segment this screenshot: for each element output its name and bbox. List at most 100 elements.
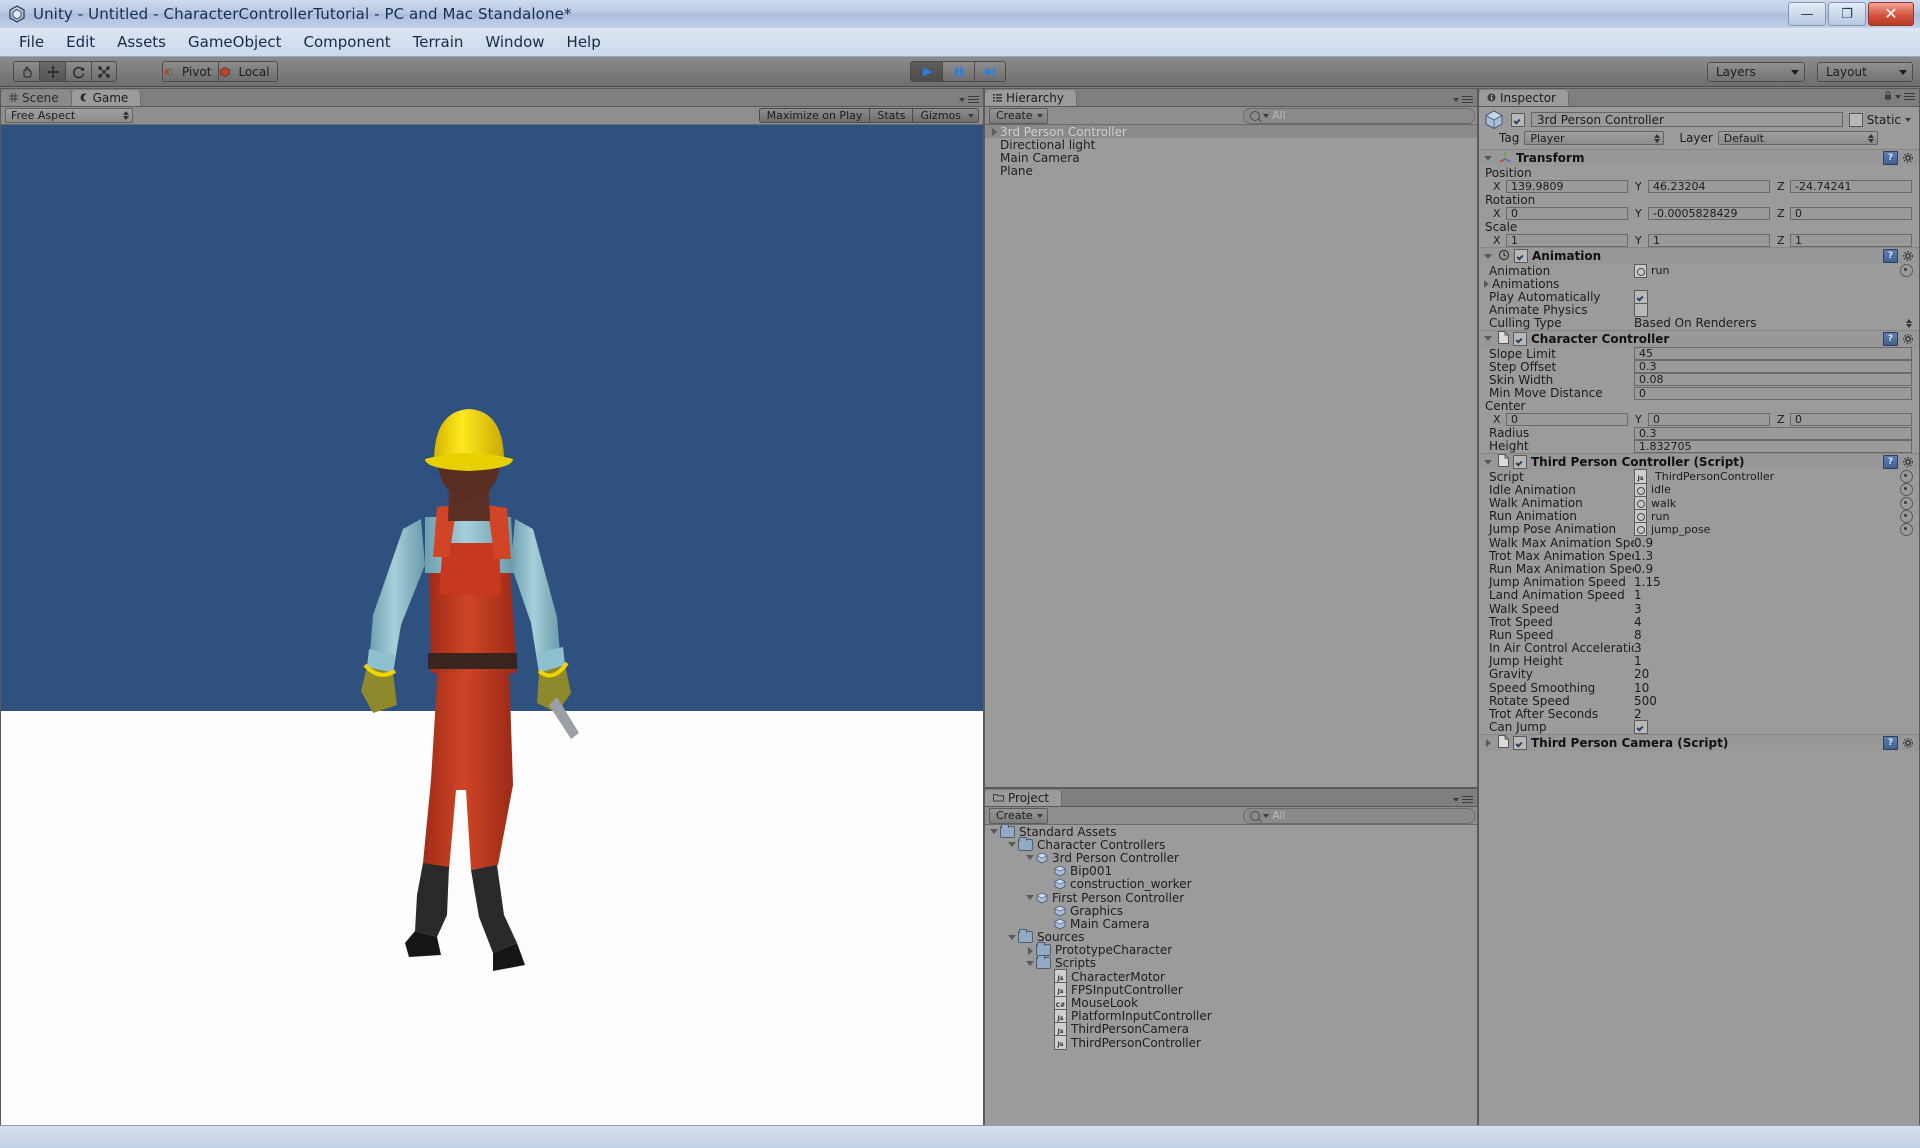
- field-z[interactable]: 1: [1790, 233, 1912, 247]
- help-icon[interactable]: ?: [1883, 151, 1898, 165]
- minimize-button[interactable]: —: [1788, 2, 1826, 26]
- tab-project[interactable]: Project: [985, 790, 1063, 806]
- field-y[interactable]: 1: [1648, 233, 1770, 247]
- maximize-on-play-button[interactable]: Maximize on Play: [758, 108, 870, 123]
- property-field[interactable]: 0.3: [1634, 426, 1912, 440]
- tag-dropdown[interactable]: Player: [1524, 131, 1665, 145]
- project-item[interactable]: Js PlatformInputController: [985, 1008, 1477, 1024]
- object-picker-icon[interactable]: [1900, 496, 1913, 510]
- property-value[interactable]: 3: [1634, 641, 1642, 655]
- project-item[interactable]: C# MouseLook: [985, 995, 1477, 1011]
- hierarchy-item[interactable]: Plane: [985, 164, 1477, 178]
- pivot-button[interactable]: Pivot: [162, 61, 219, 82]
- scale-tool-button[interactable]: [91, 61, 117, 82]
- hierarchy-options-menu[interactable]: [1453, 96, 1473, 104]
- property-value[interactable]: 10: [1634, 681, 1649, 695]
- property-value[interactable]: 8: [1634, 628, 1642, 642]
- component-header[interactable]: Third Person Controller (Script)?: [1479, 454, 1919, 471]
- object-picker-icon[interactable]: [1900, 264, 1913, 278]
- help-icon[interactable]: ?: [1883, 249, 1898, 263]
- property-value[interactable]: 2: [1634, 707, 1642, 721]
- gear-icon[interactable]: [1902, 456, 1914, 468]
- component-enabled-checkbox[interactable]: [1513, 455, 1527, 470]
- gear-icon[interactable]: [1902, 250, 1914, 262]
- object-picker-icon[interactable]: [1900, 470, 1913, 484]
- project-tree[interactable]: Standard Assets Character Controllers 3rd …: [985, 825, 1477, 1123]
- chevron-down-icon[interactable]: [1007, 932, 1018, 943]
- restore-button[interactable]: ❐: [1828, 2, 1866, 26]
- game-view-render[interactable]: [1, 125, 983, 1125]
- project-item[interactable]: First Person Controller: [985, 891, 1477, 905]
- chevron-down-icon[interactable]: [1007, 839, 1018, 850]
- menu-terrain[interactable]: Terrain: [402, 31, 475, 53]
- object-reference-field[interactable]: jump_pose: [1634, 522, 1900, 537]
- gear-icon[interactable]: [1902, 152, 1914, 164]
- project-item[interactable]: Js CharacterMotor: [985, 969, 1477, 985]
- stats-button[interactable]: Stats: [869, 108, 913, 123]
- project-item[interactable]: construction_worker: [985, 877, 1477, 891]
- object-reference-field[interactable]: walk: [1634, 496, 1900, 511]
- tab-hierarchy[interactable]: Hierarchy: [985, 90, 1078, 106]
- chevron-right-icon[interactable]: [1481, 278, 1492, 289]
- hierarchy-tree[interactable]: 3rd Person Controller Directional light Ma…: [985, 125, 1477, 785]
- component-header[interactable]: Character Controller?: [1479, 330, 1919, 347]
- project-item[interactable]: Js ThirdPersonController: [985, 1035, 1477, 1051]
- chevron-down-icon[interactable]: [1483, 251, 1494, 262]
- pause-button[interactable]: [942, 61, 974, 82]
- project-search-input[interactable]: All: [1243, 807, 1475, 824]
- chevron-right-icon[interactable]: [1025, 945, 1036, 956]
- hierarchy-item[interactable]: Main Camera: [985, 151, 1477, 165]
- hierarchy-item[interactable]: Directional light: [985, 138, 1477, 152]
- project-item[interactable]: Bip001: [985, 864, 1477, 878]
- chevron-right-icon[interactable]: [989, 126, 1000, 137]
- property-value[interactable]: 1: [1634, 588, 1642, 602]
- field-z[interactable]: -24.74241: [1790, 179, 1912, 193]
- field-x[interactable]: 0: [1506, 413, 1628, 427]
- property-field[interactable]: 45: [1634, 347, 1912, 361]
- component-header[interactable]: Animation?: [1479, 248, 1919, 264]
- move-tool-button[interactable]: [39, 61, 65, 82]
- property-value[interactable]: 4: [1634, 615, 1642, 629]
- gear-icon[interactable]: [1902, 737, 1914, 749]
- component-enabled-checkbox[interactable]: [1514, 249, 1528, 263]
- property-value[interactable]: 0.9: [1634, 562, 1653, 576]
- property-value[interactable]: 1.15: [1634, 575, 1661, 589]
- property-value[interactable]: 500: [1634, 694, 1657, 708]
- field-y[interactable]: 0: [1648, 413, 1770, 427]
- layer-dropdown[interactable]: Default: [1717, 131, 1878, 145]
- project-item[interactable]: Character Controllers: [985, 836, 1477, 852]
- project-item[interactable]: Main Camera: [985, 917, 1477, 931]
- component-header[interactable]: Third Person Camera (Script)?: [1479, 734, 1919, 751]
- field-y[interactable]: 46.23204: [1648, 179, 1770, 193]
- field-y[interactable]: -0.0005828429: [1648, 206, 1770, 220]
- component-enabled-checkbox[interactable]: [1513, 735, 1527, 750]
- gameview-options-menu[interactable]: [959, 96, 979, 104]
- menu-assets[interactable]: Assets: [106, 31, 177, 53]
- project-item[interactable]: Sources: [985, 929, 1477, 944]
- chevron-down-icon[interactable]: [1025, 852, 1036, 863]
- hierarchy-search-input[interactable]: All: [1243, 107, 1475, 124]
- layout-dropdown[interactable]: Layout: [1817, 62, 1913, 82]
- chevron-down-icon[interactable]: [1025, 958, 1036, 969]
- inspector-options-menu[interactable]: [1884, 89, 1915, 104]
- chevron-down-icon[interactable]: [1483, 153, 1494, 164]
- property-value[interactable]: 20: [1634, 667, 1649, 681]
- play-button[interactable]: [910, 61, 942, 82]
- object-reference-field[interactable]: idle: [1634, 482, 1900, 497]
- field-z[interactable]: 0: [1790, 206, 1912, 220]
- property-value[interactable]: 0.9: [1634, 536, 1653, 550]
- object-name-field[interactable]: 3rd Person Controller: [1531, 112, 1843, 127]
- field-x[interactable]: 0: [1506, 206, 1628, 220]
- object-picker-icon[interactable]: [1900, 522, 1913, 536]
- menu-component[interactable]: Component: [293, 31, 402, 53]
- chevron-down-icon[interactable]: [1483, 457, 1494, 468]
- project-item[interactable]: Graphics: [985, 904, 1477, 918]
- menu-file[interactable]: File: [8, 31, 55, 53]
- project-create-button[interactable]: Create: [989, 807, 1048, 824]
- project-item[interactable]: Standard Assets: [985, 825, 1477, 839]
- property-field[interactable]: 0: [1634, 386, 1912, 400]
- chevron-down-icon[interactable]: [1025, 892, 1036, 903]
- property-value[interactable]: 1.3: [1634, 549, 1653, 563]
- tab-inspector[interactable]: Inspector: [1479, 90, 1569, 106]
- property-checkbox[interactable]: [1634, 289, 1648, 304]
